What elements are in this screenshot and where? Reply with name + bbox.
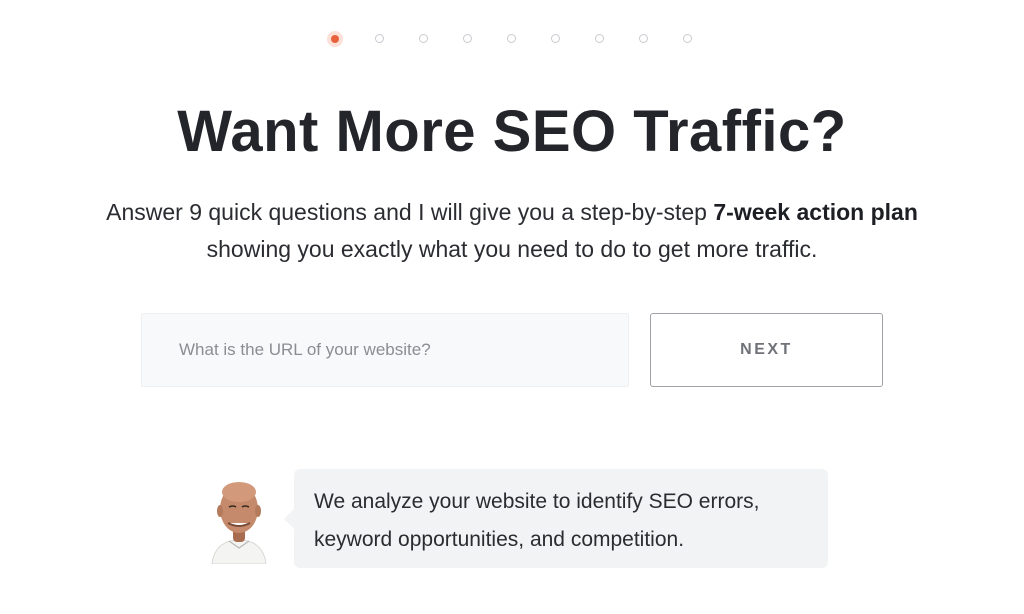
- progress-dot-9: [683, 34, 692, 43]
- intro-text-highlight: 7-week action plan: [713, 199, 918, 225]
- progress-dot-6: [551, 34, 560, 43]
- page-title: Want More SEO Traffic?: [177, 99, 847, 164]
- progress-dot-1: [327, 31, 343, 47]
- progress-dot-5: [507, 34, 516, 43]
- next-button[interactable]: NEXT: [650, 313, 883, 387]
- progress-dot-4: [463, 34, 472, 43]
- info-speech-bubble: We analyze your website to identify SEO …: [284, 469, 828, 568]
- progress-dots: [0, 30, 1024, 48]
- progress-dot-7: [595, 34, 604, 43]
- progress-dot-3: [419, 34, 428, 43]
- intro-text: Answer 9 quick questions and I will give…: [40, 194, 984, 268]
- person-avatar-icon: [211, 482, 267, 564]
- website-url-input[interactable]: [141, 313, 629, 387]
- progress-dot-8: [639, 34, 648, 43]
- intro-text-part-1: Answer 9 quick questions and I will give…: [106, 199, 714, 225]
- progress-dot-2: [375, 34, 384, 43]
- intro-text-part-2: showing you exactly what you need to do …: [206, 236, 818, 262]
